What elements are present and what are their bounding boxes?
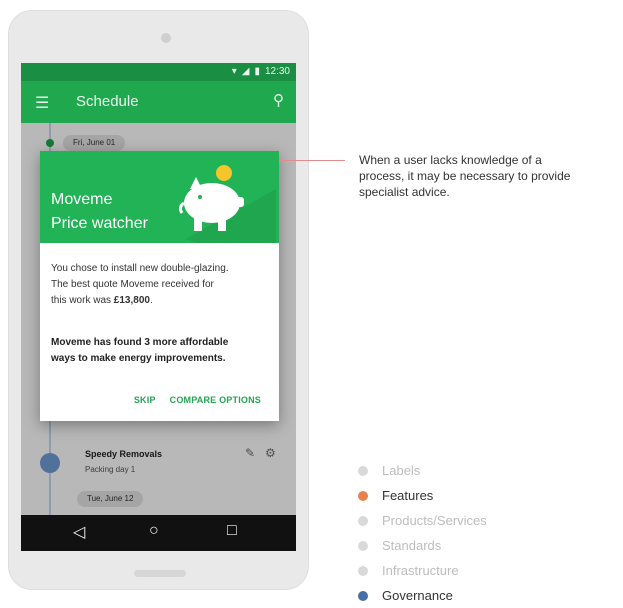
dialog-body-line: You chose to install new double-glazing. xyxy=(51,263,229,274)
dialog-title-line1: Moveme xyxy=(51,191,113,208)
legend-label: Features xyxy=(382,488,434,503)
battery-icon: ▮ xyxy=(254,66,260,77)
legend-dot xyxy=(358,565,368,576)
menu-icon[interactable]: ☰ xyxy=(35,93,49,113)
quote-amount: £13,800 xyxy=(113,295,150,306)
annotation-text: When a user lacks knowledge of a process… xyxy=(359,152,621,200)
piggy-bank-icon xyxy=(178,165,276,243)
legend-dot xyxy=(358,465,368,476)
app-bar-title: Schedule xyxy=(76,93,139,110)
legend-dot xyxy=(358,490,368,501)
dialog-body: You chose to install new double-glazing.… xyxy=(51,261,271,309)
legend-label: Labels xyxy=(382,463,421,478)
compare-options-button[interactable]: COMPARE OPTIONS xyxy=(170,395,261,405)
android-nav-bar: ◁ ○ □ xyxy=(21,515,296,551)
wifi-icon: ▾ xyxy=(231,66,237,77)
legend-label: Governance xyxy=(382,588,453,603)
dialog-body-suffix: . xyxy=(149,295,153,306)
legend-item: Products/Services xyxy=(358,508,487,533)
annotation-line: process, it may be necessary to provide xyxy=(359,169,571,183)
legend-dot xyxy=(358,515,368,526)
dialog-highlight-line: Moveme has found 3 more affordable xyxy=(51,337,229,348)
legend-label: Products/Services xyxy=(382,513,487,528)
app-bar: ☰ Schedule ⚲ xyxy=(21,81,296,123)
legend-dot xyxy=(358,590,368,601)
search-icon[interactable]: ⚲ xyxy=(273,91,284,109)
annotation-line: When a user lacks knowledge of a xyxy=(359,153,542,167)
dialog-body-prefix: this work was xyxy=(51,295,114,306)
phone-camera xyxy=(161,33,171,43)
status-bar: ▾ ◢ ▮ 12:30 xyxy=(21,63,296,81)
legend-item: Infrastructure xyxy=(358,558,487,583)
dialog-highlight-line: ways to make energy improvements. xyxy=(51,353,226,364)
annotation-connector xyxy=(279,160,345,161)
skip-button[interactable]: SKIP xyxy=(134,395,156,405)
signal-icon: ◢ xyxy=(241,66,250,77)
back-icon[interactable]: ◁ xyxy=(73,522,85,542)
recents-icon[interactable]: □ xyxy=(227,522,237,540)
phone-home-slot xyxy=(134,570,186,577)
legend-label: Standards xyxy=(382,538,442,553)
price-watcher-dialog: Moveme Price watcher You chose to instal… xyxy=(40,151,279,421)
legend-dot xyxy=(358,540,368,551)
category-legend: Labels Features Products/Services Standa… xyxy=(358,458,487,608)
dialog-header: Moveme Price watcher xyxy=(40,151,279,243)
dialog-title-line2: Price watcher xyxy=(51,215,148,232)
dialog-actions: SKIP COMPARE OPTIONS xyxy=(134,395,261,405)
legend-item: Features xyxy=(358,483,487,508)
legend-label: Infrastructure xyxy=(382,563,459,578)
annotation-line: specialist advice. xyxy=(359,185,450,199)
dialog-body-line: The best quote Moveme received for xyxy=(51,279,214,290)
dialog-highlight: Moveme has found 3 more affordable ways … xyxy=(51,335,271,367)
dialog-body-line: this work was £13,800. xyxy=(51,293,271,309)
legend-item: Governance xyxy=(358,583,487,608)
status-time: 12:30 xyxy=(264,66,290,77)
home-icon[interactable]: ○ xyxy=(149,522,159,540)
legend-item: Standards xyxy=(358,533,487,558)
legend-item: Labels xyxy=(358,458,487,483)
